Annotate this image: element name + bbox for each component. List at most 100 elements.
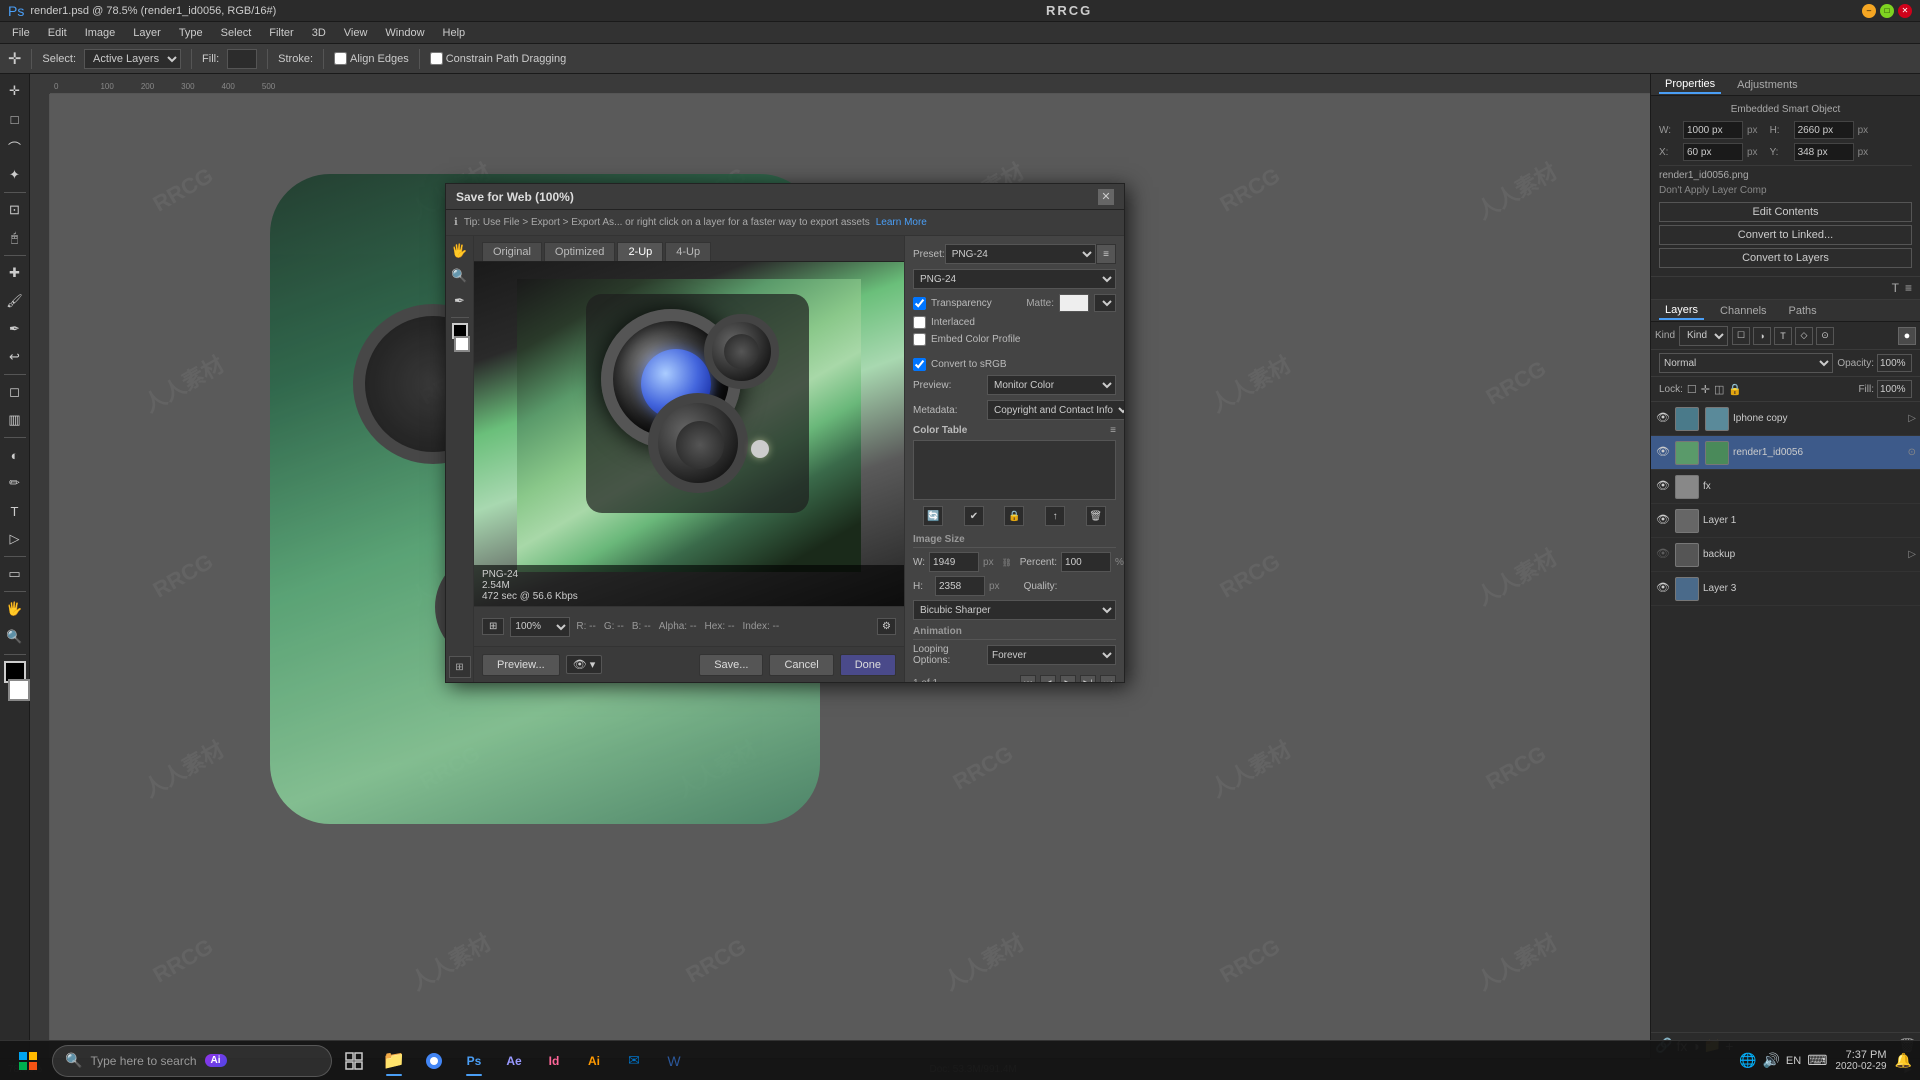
menu-3d[interactable]: 3D (304, 25, 334, 41)
transparency-checkbox[interactable] (913, 297, 926, 310)
menu-image[interactable]: Image (77, 25, 124, 41)
lock-all-btn[interactable]: 🔒 (1728, 383, 1742, 396)
taskbar-time[interactable]: 7:37 PM 2020-02-29 (1835, 1049, 1886, 1072)
ct-btn-3[interactable]: 🔒 (1004, 506, 1024, 526)
tab-properties[interactable]: Properties (1659, 76, 1721, 94)
smart-filter-btn[interactable]: ⊙ (1816, 327, 1834, 345)
menu-window[interactable]: Window (377, 25, 432, 41)
network-icon[interactable]: 🌐 (1739, 1052, 1756, 1069)
path-tool[interactable]: ▷ (2, 526, 28, 552)
lock-px-btn[interactable]: ☐ (1687, 383, 1697, 396)
quality-select[interactable]: Bicubic Sharper (913, 600, 1116, 620)
view-expand-btn[interactable]: ⊞ (482, 618, 504, 635)
tab-adjustments[interactable]: Adjustments (1731, 77, 1804, 93)
eraser-tool[interactable]: ◻ (2, 379, 28, 405)
clone-tool[interactable]: ✒ (2, 316, 28, 342)
taskbar-id[interactable]: Id (536, 1044, 572, 1078)
eye-icon-5[interactable]: 👁 (1655, 547, 1671, 563)
menu-help[interactable]: Help (435, 25, 474, 41)
menu-layer[interactable]: Layer (125, 25, 169, 41)
type-tool[interactable]: T (2, 498, 28, 524)
constrain-checkbox[interactable] (430, 52, 443, 65)
done-button[interactable]: Done (840, 654, 896, 676)
close-button[interactable]: ✕ (1898, 4, 1912, 18)
crop-tool[interactable]: ⊡ (2, 197, 28, 223)
menu-type[interactable]: Type (171, 25, 211, 41)
dialog-toggle-btn[interactable]: ⊞ (449, 656, 471, 678)
cancel-button[interactable]: Cancel (769, 654, 833, 676)
anim-first-btn[interactable]: ⏮ (1020, 675, 1036, 682)
eye-icon-4[interactable]: 👁 (1655, 513, 1671, 529)
save-button[interactable]: Save... (699, 654, 763, 676)
adj-filter-btn[interactable]: ◑ (1753, 327, 1771, 345)
dodge-tool[interactable]: ◐ (2, 442, 28, 468)
anim-play-btn[interactable]: ▶ (1060, 675, 1076, 682)
fill-input[interactable] (227, 49, 257, 69)
type-filter-btn[interactable]: T (1774, 327, 1792, 345)
task-view-btn[interactable] (336, 1044, 372, 1078)
color-table-menu-btn[interactable]: ≡ (1110, 425, 1116, 436)
taskbar-ae[interactable]: Ae (496, 1044, 532, 1078)
eye-icon-1[interactable]: 👁 (1655, 411, 1671, 427)
layer-item-layer3[interactable]: 👁 Layer 3 (1651, 572, 1920, 606)
taskbar-explorer[interactable]: 📁 (376, 1044, 412, 1078)
zoom-tool[interactable]: 🔍 (2, 624, 28, 650)
dialog-eyedropper-tool[interactable]: ✒ (449, 290, 471, 312)
opacity-input[interactable] (1877, 354, 1912, 372)
lock-artboard-btn[interactable]: ◫ (1714, 383, 1724, 396)
start-button[interactable] (8, 1044, 48, 1078)
interlaced-checkbox[interactable] (913, 316, 926, 329)
eye-dropdown-btn[interactable]: 👁 ▾ (566, 655, 603, 674)
dialog-zoom-tool[interactable]: 🔍 (449, 265, 471, 287)
menu-select[interactable]: Select (213, 25, 260, 41)
lasso-tool[interactable]: ⌒ (2, 134, 28, 160)
shape-tool[interactable]: ▭ (2, 561, 28, 587)
anim-next-btn[interactable]: ▶| (1080, 675, 1096, 682)
learn-more-link[interactable]: Learn More (876, 217, 927, 228)
dialog-close-button[interactable]: ✕ (1098, 189, 1114, 205)
notification-btn[interactable]: 🔔 (1895, 1052, 1912, 1069)
shape-filter-btn[interactable]: ◇ (1795, 327, 1813, 345)
layer-item-layer1[interactable]: 👁 Layer 1 (1651, 504, 1920, 538)
taskbar-ai[interactable]: Ai (576, 1044, 612, 1078)
convert-srgb-checkbox[interactable] (913, 358, 926, 371)
blend-mode-select[interactable]: Normal (1659, 353, 1833, 373)
pixel-filter-btn[interactable]: ☐ (1732, 327, 1750, 345)
tab-original[interactable]: Original (482, 242, 542, 261)
y-input[interactable] (1794, 143, 1854, 161)
dialog-settings-icon[interactable]: ⚙ (877, 618, 896, 635)
ct-btn-4[interactable]: ↑ (1045, 506, 1065, 526)
fill-input[interactable] (1877, 380, 1912, 398)
convert-linked-button[interactable]: Convert to Linked... (1659, 225, 1912, 245)
width-input[interactable] (1683, 121, 1743, 139)
layer-item-iphone[interactable]: 👁 Iphone copy ▷ (1651, 402, 1920, 436)
width-setting-input[interactable] (929, 552, 979, 572)
eye-icon-2[interactable]: 👁 (1655, 445, 1671, 461)
matte-select[interactable] (1094, 294, 1116, 312)
ct-btn-2[interactable]: ✔ (964, 506, 984, 526)
taskbar-chrome[interactable] (416, 1044, 452, 1078)
align-edges-checkbox[interactable] (334, 52, 347, 65)
tab-4up[interactable]: 4-Up (665, 242, 711, 261)
taskbar-word[interactable]: W (656, 1044, 692, 1078)
ct-btn-1[interactable]: 🔄 (923, 506, 943, 526)
dialog-bg-color[interactable] (454, 336, 470, 352)
tab-channels[interactable]: Channels (1714, 303, 1772, 319)
tab-2up[interactable]: 2-Up (617, 242, 663, 261)
history-tool[interactable]: ↩ (2, 344, 28, 370)
move-tool[interactable]: ✛ (2, 78, 28, 104)
lock-pos-btn[interactable]: ✛ (1701, 383, 1710, 396)
tab-layers[interactable]: Layers (1659, 302, 1704, 320)
menu-edit[interactable]: Edit (40, 25, 75, 41)
menu-view[interactable]: View (336, 25, 376, 41)
metadata-select[interactable]: Copyright and Contact Info (987, 400, 1124, 420)
dialog-hand-tool[interactable]: 🖐 (449, 240, 471, 262)
convert-layers-button[interactable]: Convert to Layers (1659, 248, 1912, 268)
tab-optimized[interactable]: Optimized (544, 242, 616, 261)
matte-color-box[interactable] (1059, 294, 1089, 312)
preview-button[interactable]: Preview... (482, 654, 560, 676)
pen-tool[interactable]: ✏ (2, 470, 28, 496)
keyboard-icon[interactable]: ⌨ (1807, 1052, 1827, 1069)
hand-tool[interactable]: 🖐 (2, 596, 28, 622)
background-color[interactable] (8, 679, 30, 701)
